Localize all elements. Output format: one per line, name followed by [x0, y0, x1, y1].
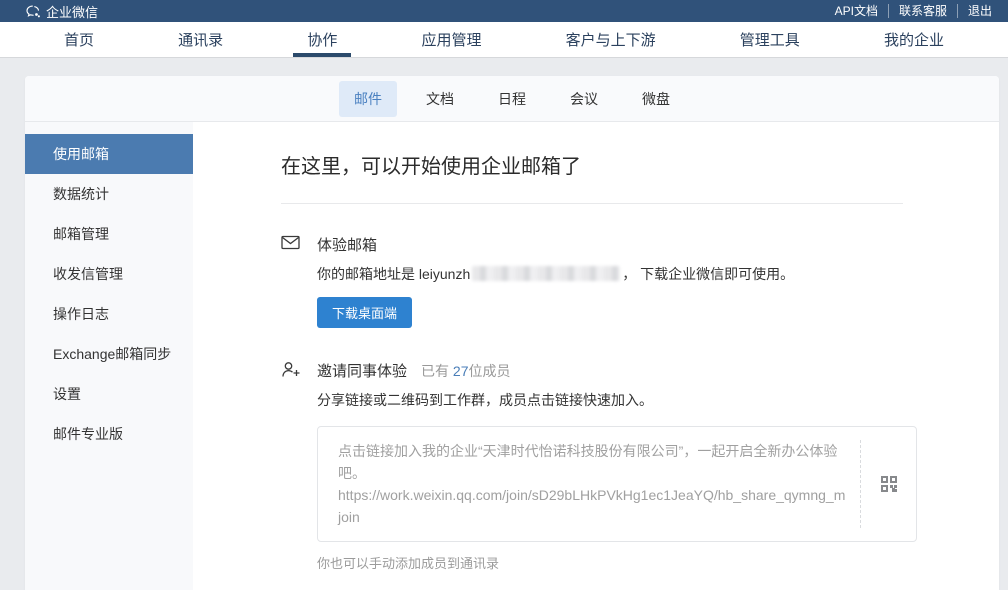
wechat-work-logo-icon: [26, 5, 41, 18]
member-count-suffix: 位成员: [468, 363, 510, 379]
nav-tab-collaboration[interactable]: 协作: [301, 22, 343, 57]
heading-divider: [281, 203, 903, 204]
main-panel: 在这里，可以开始使用企业邮箱了 体验邮箱: [193, 122, 999, 590]
sidebar-item-mailbox-management[interactable]: 邮箱管理: [25, 214, 193, 254]
member-count-badge: 已有 27位成员: [421, 361, 510, 381]
nav-tab-home[interactable]: 首页: [58, 22, 100, 57]
nav-tab-admin-tools[interactable]: 管理工具: [734, 22, 806, 57]
brand-name: 企业微信: [46, 2, 98, 21]
page-title: 在这里，可以开始使用企业邮箱了: [281, 150, 903, 179]
trial-mailbox-title: 体验邮箱: [317, 234, 377, 255]
mailbox-address-suffix: ， 下载企业微信即可使用。: [622, 266, 794, 282]
sidebar-item-operation-log[interactable]: 操作日志: [25, 294, 193, 334]
main-nav: 首页 通讯录 协作 应用管理 客户与上下游 管理工具 我的企业: [0, 22, 1008, 58]
sidebar-item-mail-pro[interactable]: 邮件专业版: [25, 414, 193, 454]
sidebar-item-use-mailbox[interactable]: 使用邮箱: [25, 134, 193, 174]
redacted-email-blur: [472, 266, 620, 281]
subtab-mail[interactable]: 邮件: [339, 81, 397, 117]
section-invite-colleagues: 邀请同事体验 已有 27位成员 分享链接或二维码到工作群，成员点击链接快速加入。…: [281, 360, 903, 572]
share-invite-text: 点击链接加入我的企业“天津时代怡诺科技股份有限公司”，一起开启全新办公体验吧。: [338, 440, 846, 484]
share-link-texts: 点击链接加入我的企业“天津时代怡诺科技股份有限公司”，一起开启全新办公体验吧。 …: [338, 440, 860, 528]
nav-tab-customers[interactable]: 客户与上下游: [560, 22, 662, 57]
subtab-drive[interactable]: 微盘: [627, 81, 685, 117]
subtab-docs[interactable]: 文档: [411, 81, 469, 117]
member-count-value[interactable]: 27: [453, 363, 469, 379]
section-trial-mailbox: 体验邮箱 你的邮箱地址是 leiyunzh ， 下载企业微信即可使用。 下载桌面端: [281, 234, 903, 328]
member-count-prefix: 已有: [421, 363, 453, 379]
share-link-box: 点击链接加入我的企业“天津时代怡诺科技股份有限公司”，一起开启全新办公体验吧。 …: [317, 426, 917, 542]
content-card: 邮件 文档 日程 会议 微盘 使用邮箱 数据统计 邮箱管理 收发信管理 操作日志…: [25, 76, 999, 590]
collab-subtabs: 邮件 文档 日程 会议 微盘: [25, 76, 999, 122]
subtab-calendar[interactable]: 日程: [483, 81, 541, 117]
brand: 企业微信: [26, 2, 98, 21]
sidebar-item-statistics[interactable]: 数据统计: [25, 174, 193, 214]
qr-code-icon: [880, 475, 898, 493]
mail-icon: [281, 234, 301, 328]
sidebar-item-send-receive[interactable]: 收发信管理: [25, 254, 193, 294]
invite-desc: 分享链接或二维码到工作群，成员点击链接快速加入。: [317, 390, 917, 410]
api-docs-link[interactable]: API文档: [825, 4, 888, 18]
nav-tab-contacts[interactable]: 通讯录: [172, 22, 229, 57]
mailbox-address-prefix: 你的邮箱地址是 leiyunzh: [317, 266, 470, 282]
sidebar-item-exchange-sync[interactable]: Exchange邮箱同步: [25, 334, 193, 374]
top-bar: 企业微信 API文档 联系客服 退出: [0, 0, 1008, 22]
add-person-icon: [281, 360, 301, 572]
contact-support-link[interactable]: 联系客服: [888, 4, 957, 18]
logout-link[interactable]: 退出: [957, 4, 996, 18]
subtab-meeting[interactable]: 会议: [555, 81, 613, 117]
manual-add-note[interactable]: 你也可以手动添加成员到通讯录: [317, 553, 917, 572]
mail-sidebar: 使用邮箱 数据统计 邮箱管理 收发信管理 操作日志 Exchange邮箱同步 设…: [25, 122, 193, 590]
invite-title: 邀请同事体验: [317, 360, 407, 381]
mailbox-address-line: 你的邮箱地址是 leiyunzh ， 下载企业微信即可使用。: [317, 264, 903, 284]
nav-tab-app-management[interactable]: 应用管理: [415, 22, 487, 57]
sidebar-item-settings[interactable]: 设置: [25, 374, 193, 414]
share-invite-url[interactable]: https://work.weixin.qq.com/join/sD29bLHk…: [338, 484, 846, 528]
nav-tab-my-company[interactable]: 我的企业: [878, 22, 950, 57]
topbar-links: API文档 联系客服 退出: [825, 4, 996, 18]
qr-code-button[interactable]: [860, 440, 916, 528]
download-desktop-button[interactable]: 下载桌面端: [317, 297, 412, 328]
